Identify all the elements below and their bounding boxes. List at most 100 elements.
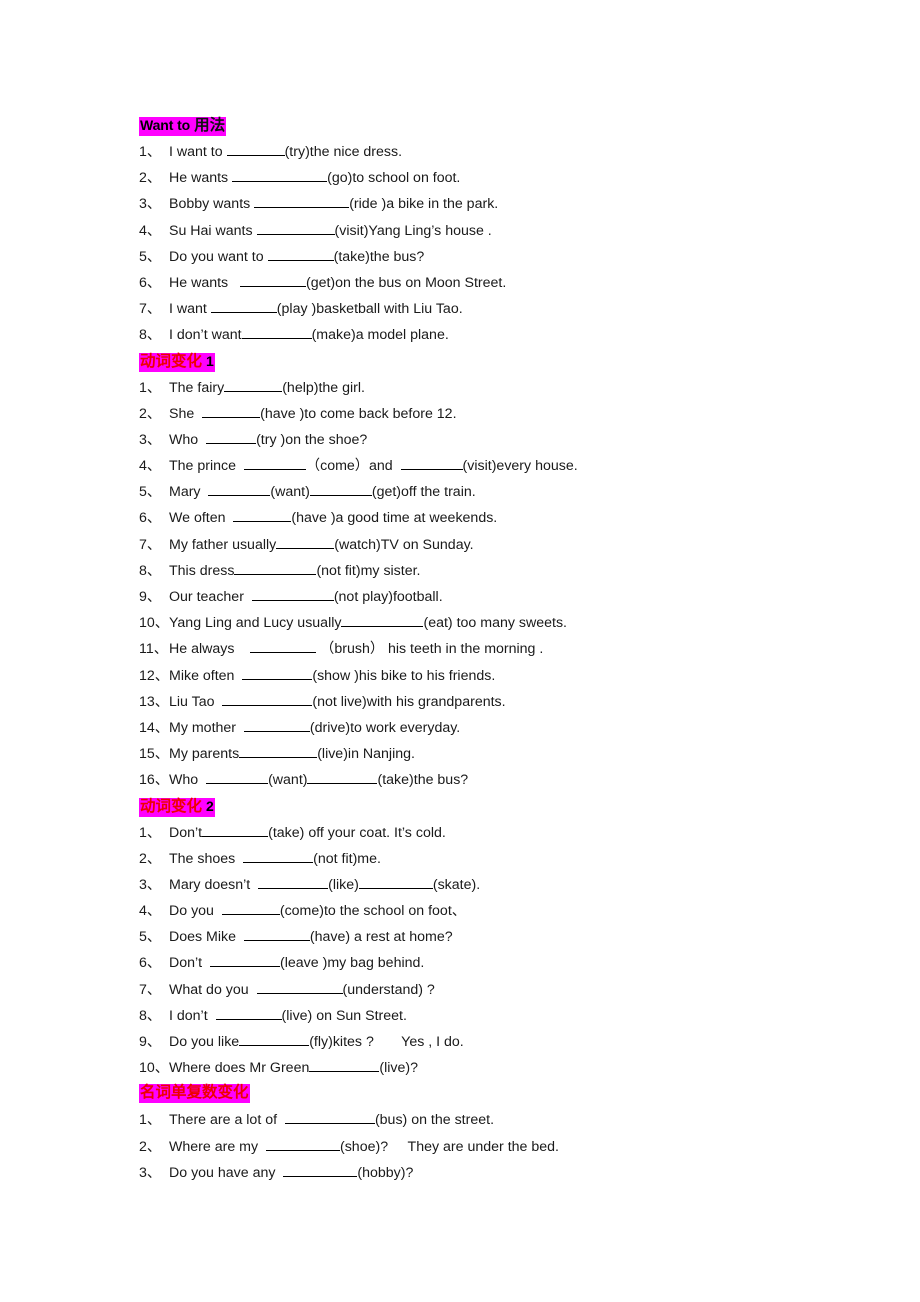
question-text-after: (live)? bbox=[379, 1060, 418, 1077]
question-text-before: This dress bbox=[169, 562, 235, 579]
question-row: 3、 Bobby wants (ride )a bike in the park. bbox=[139, 191, 839, 217]
answer-blank[interactable] bbox=[341, 614, 424, 628]
question-text-before: Mary bbox=[169, 484, 209, 501]
question-row: 8、 I don’t (live) on Sun Street. bbox=[139, 1003, 839, 1029]
answer-blank[interactable] bbox=[239, 274, 306, 287]
answer-blank[interactable] bbox=[283, 1164, 358, 1177]
question-text-before: He wants bbox=[169, 170, 233, 187]
heading-highlight: Want to 用法 bbox=[139, 117, 227, 136]
question-number: 7、 bbox=[139, 301, 162, 318]
question-text-before: Bobby wants bbox=[169, 196, 255, 213]
answer-blank[interactable] bbox=[242, 667, 313, 680]
question-number: 5、 bbox=[139, 929, 162, 946]
answer-blank[interactable] bbox=[233, 509, 292, 523]
question-text-after-2: (skate). bbox=[432, 876, 481, 893]
question-text-after: (not play)football. bbox=[333, 589, 443, 605]
answer-blank[interactable] bbox=[265, 1138, 340, 1151]
question-text-after: (take)the bus? bbox=[333, 248, 425, 265]
answer-blank[interactable] bbox=[267, 248, 334, 261]
question-text-after: (ride )a bike in the park. bbox=[349, 196, 499, 213]
question-text-after: (like) bbox=[328, 876, 359, 893]
answer-blank[interactable] bbox=[309, 483, 372, 497]
question-text-after: (get)on the bus on Moon Street. bbox=[305, 274, 507, 291]
question-text-after: (leave )my bag behind. bbox=[280, 955, 425, 972]
answer-blank[interactable] bbox=[256, 222, 335, 235]
answer-blank[interactable] bbox=[239, 1033, 310, 1046]
heading-highlight: 动词变化 2 bbox=[139, 797, 215, 817]
question-text-after: (want) bbox=[270, 484, 310, 501]
answer-blank[interactable] bbox=[210, 300, 277, 314]
answer-blank[interactable] bbox=[221, 902, 280, 916]
question-list-verb-change-1: 1、 The fairy (help)the girl. 2、 She (have )t… bbox=[139, 375, 839, 794]
answer-blank[interactable] bbox=[215, 1007, 282, 1020]
question-text-before: Mary doesn’t bbox=[169, 876, 259, 893]
question-text-before: Who bbox=[169, 431, 207, 448]
question-number: 5、 bbox=[139, 484, 162, 501]
answer-blank[interactable] bbox=[210, 954, 281, 968]
heading-part: 动词变化 bbox=[140, 797, 203, 815]
answer-blank[interactable] bbox=[284, 1111, 375, 1125]
question-row: 13、Liu Tao (not live)with his grandparen… bbox=[139, 689, 839, 715]
question-number: 10、 bbox=[139, 1060, 169, 1077]
question-text-after: (visit)Yang Ling’s house . bbox=[334, 222, 492, 239]
question-row: 1、 There are a lot of (bus) on the street… bbox=[139, 1107, 839, 1133]
answer-blank[interactable] bbox=[224, 379, 283, 392]
answer-blank[interactable] bbox=[243, 719, 310, 732]
answer-blank[interactable] bbox=[208, 483, 271, 497]
answer-blank[interactable] bbox=[241, 326, 312, 340]
question-text-after: (live)in Nanjing. bbox=[317, 746, 415, 763]
question-text-after-2: (take)the bus? bbox=[377, 772, 469, 789]
question-number: 7、 bbox=[139, 536, 162, 553]
question-row: 3、 Who (try )on the shoe? bbox=[139, 427, 839, 453]
answer-blank[interactable] bbox=[243, 850, 314, 863]
question-text-before: There are a lot of bbox=[169, 1112, 285, 1129]
question-list-verb-change-2: 1、 Don’t (take) off your coat. It’s cold. 2… bbox=[139, 820, 839, 1082]
answer-blank[interactable] bbox=[307, 771, 378, 785]
answer-blank[interactable] bbox=[254, 195, 350, 209]
question-text-after: (bus) on the street. bbox=[374, 1112, 495, 1129]
answer-blank[interactable] bbox=[251, 588, 334, 601]
answer-blank[interactable] bbox=[250, 640, 317, 654]
question-text-before: Does Mike bbox=[169, 929, 244, 946]
question-text-before: The prince bbox=[169, 458, 244, 475]
question-row: 2、 Where are my (shoe)? They are under th… bbox=[139, 1134, 839, 1160]
question-text-before: My parents bbox=[169, 746, 240, 763]
answer-blank[interactable] bbox=[256, 981, 343, 994]
answer-blank[interactable] bbox=[400, 457, 463, 471]
answer-blank[interactable] bbox=[202, 824, 269, 837]
question-number: 12、 bbox=[139, 667, 169, 684]
question-row: 2、 The shoes (not fit)me. bbox=[139, 846, 839, 872]
answer-blank[interactable] bbox=[243, 457, 306, 471]
answer-blank[interactable] bbox=[276, 536, 335, 549]
heading-part: 用法 bbox=[194, 117, 226, 134]
question-text-before: Mike often bbox=[169, 667, 243, 684]
question-text-before: The shoes bbox=[169, 850, 244, 867]
answer-blank[interactable] bbox=[243, 928, 310, 942]
answer-blank[interactable] bbox=[309, 1059, 380, 1073]
heading-part: 1 bbox=[206, 352, 214, 369]
question-text-after: (go)to school on foot. bbox=[327, 170, 461, 187]
question-row: 2、 She (have )to come back before 12. bbox=[139, 401, 839, 427]
question-row: 1、 The fairy (help)the girl. bbox=[139, 375, 839, 401]
answer-blank[interactable] bbox=[234, 562, 317, 575]
answer-blank[interactable] bbox=[226, 143, 285, 156]
answer-blank[interactable] bbox=[202, 405, 261, 418]
answer-blank[interactable] bbox=[222, 693, 313, 706]
question-row: 5、 Do you want to (take)the bus? bbox=[139, 244, 839, 270]
question-row: 11、He always （brush） his teeth in the mo… bbox=[139, 636, 839, 662]
question-number: 16、 bbox=[139, 772, 169, 789]
answer-blank[interactable] bbox=[206, 771, 269, 785]
question-text-before: Su Hai wants bbox=[169, 222, 257, 239]
answer-blank[interactable] bbox=[239, 745, 318, 759]
question-row: 8、 I don’t want (make)a model plane. bbox=[139, 322, 839, 348]
answer-blank[interactable] bbox=[358, 876, 433, 889]
answer-blank[interactable] bbox=[232, 169, 328, 183]
answer-blank[interactable] bbox=[206, 431, 257, 444]
question-row: 9、 Do you like (fly)kites ? Yes , I do. bbox=[139, 1029, 839, 1055]
answer-blank[interactable] bbox=[258, 876, 329, 889]
question-text-after: (not fit)my sister. bbox=[316, 562, 421, 579]
question-text-after: (try)the nice dress. bbox=[284, 144, 403, 160]
question-text-after: (have )a good time at weekends. bbox=[291, 510, 498, 527]
question-number: 10、 bbox=[139, 615, 169, 632]
section-heading-verb-change-2: 动词变化 2 bbox=[139, 794, 839, 818]
